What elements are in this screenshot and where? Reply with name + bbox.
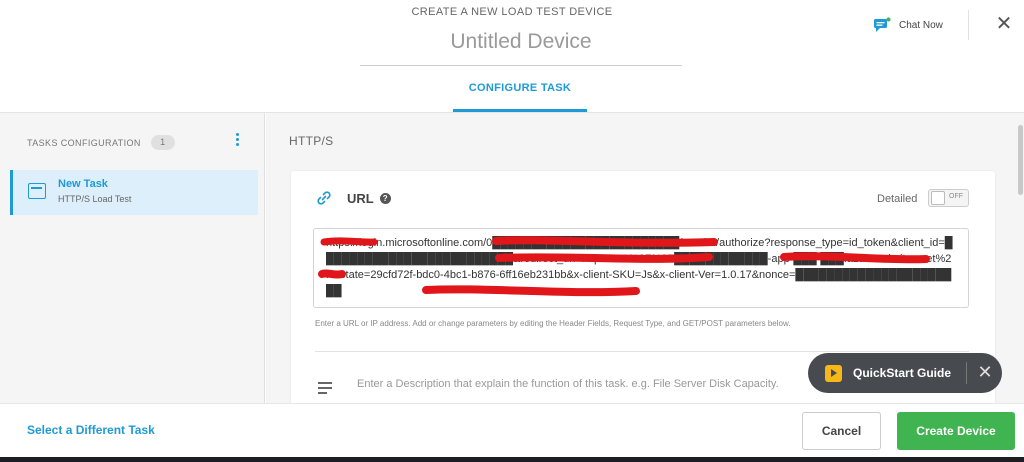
top-bar: CREATE A NEW LOAD TEST DEVICE Untitled D…: [0, 0, 1024, 113]
task-count-badge: 1: [150, 135, 175, 150]
description-input[interactable]: Enter a Description that explain the fun…: [357, 378, 779, 390]
url-input[interactable]: https://login.microsoftonline.com/0█████…: [313, 228, 969, 308]
chat-now-button[interactable]: Chat Now: [873, 15, 943, 35]
page-title: CREATE A NEW LOAD TEST DEVICE: [411, 6, 613, 18]
detailed-label: Detailed: [877, 193, 918, 205]
tab-configure-task[interactable]: CONFIGURE TASK: [453, 82, 587, 112]
url-header: URL ?: [316, 190, 391, 206]
play-icon: [825, 364, 842, 382]
sidebar-heading-label: TASKS CONFIGURATION: [27, 137, 141, 148]
close-icon[interactable]: ✕: [994, 14, 1014, 34]
cancel-button[interactable]: Cancel: [802, 412, 881, 450]
more-options-icon[interactable]: [236, 133, 240, 149]
quickstart-guide-widget[interactable]: QuickStart Guide ✕: [808, 353, 1002, 393]
task-title: New Task: [58, 178, 108, 190]
task-subtitle: HTTP/S Load Test: [58, 194, 132, 204]
chat-now-label: Chat Now: [899, 19, 943, 31]
divider: [968, 10, 969, 40]
scrollbar[interactable]: [1018, 125, 1023, 195]
link-icon: [316, 190, 332, 206]
protocol-label: HTTP/S: [289, 134, 334, 148]
url-title: URL: [347, 190, 374, 206]
divider: [966, 362, 967, 384]
detailed-toggle[interactable]: OFF: [928, 189, 969, 207]
sidebar-item-new-task[interactable]: New Task HTTP/S Load Test: [10, 170, 258, 215]
tasks-configuration-heading: TASKS CONFIGURATION 1: [27, 135, 175, 150]
toggle-knob: [931, 191, 945, 205]
url-hint: Enter a URL or IP address. Add or change…: [315, 319, 791, 328]
footer-bar: Select a Different Task Cancel Create De…: [0, 403, 1024, 457]
select-different-task-link[interactable]: Select a Different Task: [27, 423, 155, 437]
toggle-state-label: OFF: [949, 193, 963, 200]
device-name-input[interactable]: Untitled Device: [360, 30, 682, 66]
chat-icon: [873, 17, 891, 33]
quickstart-label: QuickStart Guide: [853, 366, 952, 380]
help-icon[interactable]: ?: [379, 192, 391, 204]
tasks-sidebar: TASKS CONFIGURATION 1 New Task HTTP/S Lo…: [0, 113, 265, 403]
description-icon: [318, 382, 332, 394]
taskbar-strip: [0, 457, 1024, 462]
close-icon[interactable]: ✕: [976, 362, 994, 382]
url-text: https://login.microsoftonline.com/0█████…: [326, 237, 953, 297]
browser-window-icon: [28, 183, 46, 199]
divider: [315, 351, 969, 352]
create-device-button[interactable]: Create Device: [897, 412, 1015, 450]
